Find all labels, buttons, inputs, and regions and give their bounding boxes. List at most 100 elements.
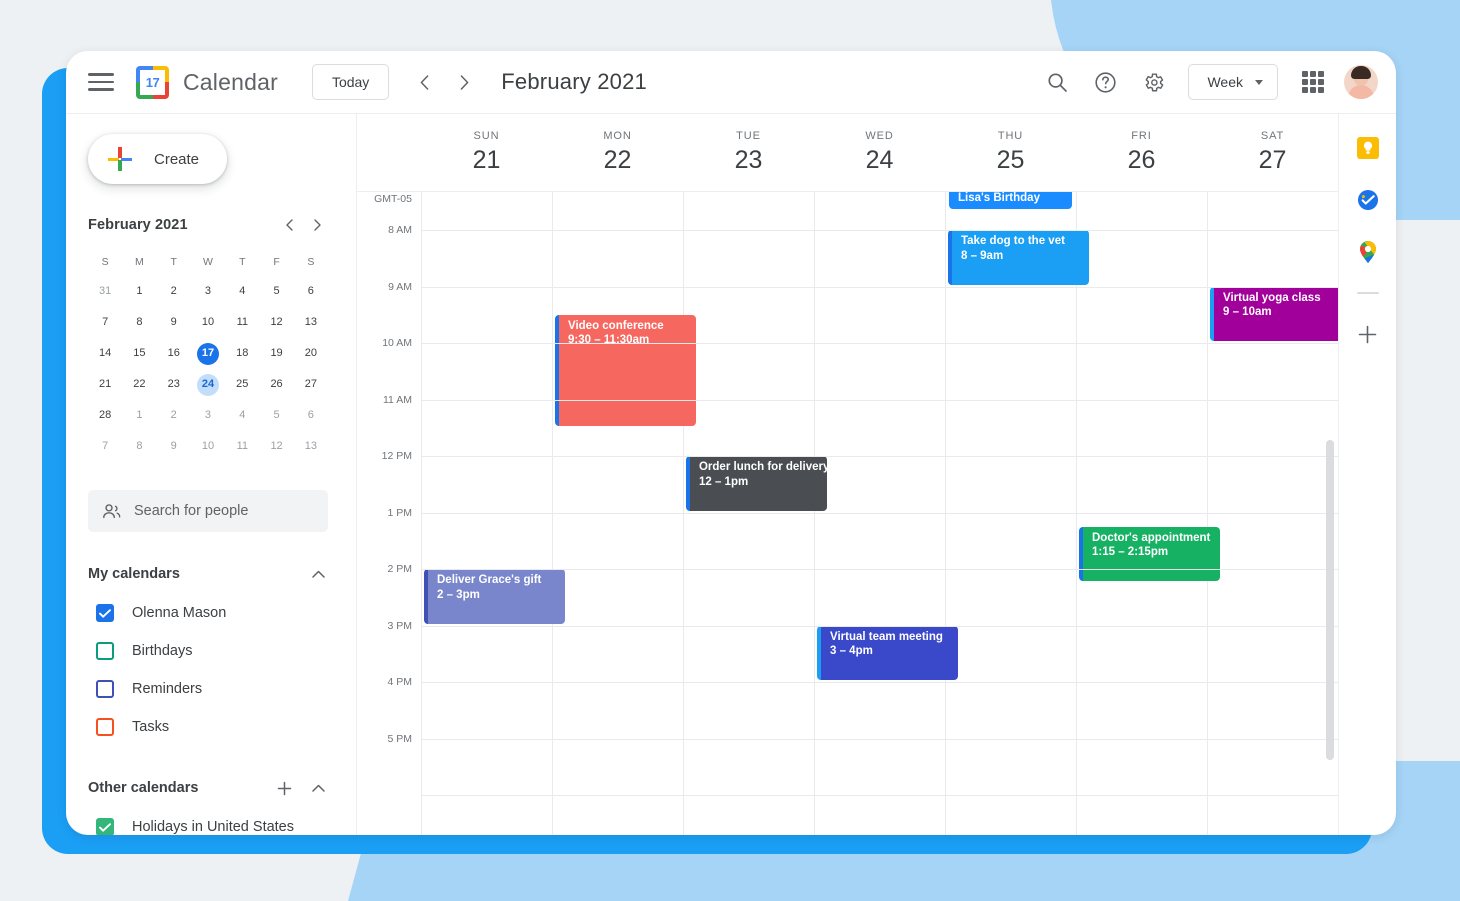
plus-icon[interactable] (1356, 322, 1380, 346)
chevron-up-icon[interactable] (308, 778, 328, 798)
day-column-thu[interactable] (945, 192, 1076, 835)
mini-calendar-day[interactable]: 28 (88, 402, 122, 429)
mini-calendar-day[interactable]: 21 (88, 371, 122, 398)
mini-calendar-day[interactable]: 13 (294, 433, 328, 460)
previous-week-icon[interactable] (409, 67, 439, 97)
checkbox-unchecked-icon[interactable] (96, 642, 114, 660)
vertical-scrollbar[interactable] (1326, 440, 1334, 760)
add-other-calendar-icon[interactable] (274, 778, 294, 798)
checkbox-unchecked-icon[interactable] (96, 680, 114, 698)
view-selector[interactable]: Week (1188, 64, 1278, 100)
mini-calendar-day-label: 26 (266, 374, 288, 396)
mini-calendar-day[interactable]: 14 (88, 340, 122, 367)
mini-calendar-day[interactable]: 1 (122, 278, 156, 305)
create-button[interactable]: Create (88, 134, 227, 184)
mini-calendar-day[interactable]: 9 (157, 309, 191, 336)
my-calendars-header[interactable]: My calendars (88, 564, 328, 584)
calendar-event[interactable]: Deliver Grace's gift2 – 3pm (424, 569, 565, 624)
mini-calendar-day[interactable]: 3 (191, 402, 225, 429)
mini-calendar-day[interactable]: 17 (191, 340, 225, 367)
mini-calendar-day[interactable]: 31 (88, 278, 122, 305)
day-column-sun[interactable] (421, 192, 552, 835)
mini-calendar-day[interactable]: 8 (122, 433, 156, 460)
mini-calendar-day[interactable]: 11 (225, 433, 259, 460)
day-header-thu[interactable]: THU25 (945, 114, 1076, 191)
search-icon[interactable] (1038, 63, 1076, 101)
mini-calendar-day[interactable]: 24 (191, 371, 225, 398)
mini-calendar-day[interactable]: 20 (294, 340, 328, 367)
mini-calendar-day[interactable]: 15 (122, 340, 156, 367)
day-header-tue[interactable]: TUE23 (683, 114, 814, 191)
mini-calendar-day[interactable]: 6 (294, 278, 328, 305)
day-column-mon[interactable] (552, 192, 683, 835)
day-column-wed[interactable] (814, 192, 945, 835)
mini-calendar-day[interactable]: 4 (225, 402, 259, 429)
help-icon[interactable] (1086, 63, 1124, 101)
today-button[interactable]: Today (312, 64, 389, 100)
mini-next-month-icon[interactable] (306, 214, 328, 236)
chevron-up-icon[interactable] (308, 564, 328, 584)
tasks-icon[interactable] (1356, 188, 1380, 212)
day-header-wed[interactable]: WED24 (814, 114, 945, 191)
all-day-event[interactable]: Lisa's Birthday (949, 192, 1072, 209)
calendar-event[interactable]: Virtual yoga class9 – 10am (1210, 287, 1338, 342)
day-header-sat[interactable]: SAT27 (1207, 114, 1338, 191)
my-calendar-item[interactable]: Tasks (88, 708, 328, 746)
keep-icon[interactable] (1356, 136, 1380, 160)
mini-calendar-day[interactable]: 25 (225, 371, 259, 398)
mini-calendar-day[interactable]: 12 (259, 309, 293, 336)
other-calendars-header[interactable]: Other calendars (88, 778, 328, 798)
mini-calendar-day[interactable]: 10 (191, 433, 225, 460)
mini-calendar-day[interactable]: 13 (294, 309, 328, 336)
my-calendar-item[interactable]: Olenna Mason (88, 594, 328, 632)
maps-icon[interactable] (1356, 240, 1380, 264)
checkbox-checked-icon[interactable] (96, 818, 114, 835)
other-calendar-item[interactable]: Holidays in United States (88, 808, 328, 835)
mini-calendar-day[interactable]: 4 (225, 278, 259, 305)
mini-calendar-day[interactable]: 8 (122, 309, 156, 336)
mini-calendar-day[interactable]: 18 (225, 340, 259, 367)
apps-grid-icon[interactable] (1296, 65, 1330, 99)
day-header-fri[interactable]: FRI26 (1076, 114, 1207, 191)
calendar-event[interactable]: Take dog to the vet8 – 9am (948, 230, 1089, 285)
mini-calendar-day[interactable]: 22 (122, 371, 156, 398)
mini-calendar-day[interactable]: 1 (122, 402, 156, 429)
mini-calendar-day[interactable]: 9 (157, 433, 191, 460)
calendar-event[interactable]: Virtual team meeting3 – 4pm (817, 626, 958, 681)
mini-calendar-day[interactable]: 5 (259, 402, 293, 429)
search-for-people-input[interactable]: Search for people (88, 490, 328, 532)
calendar-event[interactable]: Doctor's appointment1:15 – 2:15pm (1079, 527, 1220, 582)
calendar-event[interactable]: Video conference9:30 – 11:30am (555, 315, 696, 426)
gear-icon[interactable] (1134, 63, 1172, 101)
mini-calendar-day[interactable]: 5 (259, 278, 293, 305)
day-header-sun[interactable]: SUN21 (421, 114, 552, 191)
mini-calendar-day[interactable]: 11 (225, 309, 259, 336)
mini-calendar-grid[interactable]: SMTWTFS311234567891011121314151617181920… (88, 250, 328, 460)
mini-calendar-day[interactable]: 16 (157, 340, 191, 367)
mini-calendar-day[interactable]: 7 (88, 309, 122, 336)
mini-calendar-day[interactable]: 12 (259, 433, 293, 460)
calendar-scroll-area[interactable]: GMT-058 AM9 AM10 AM11 AM12 PM1 PM2 PM3 P… (357, 192, 1338, 835)
mini-calendar-day[interactable]: 19 (259, 340, 293, 367)
calendar-event[interactable]: Order lunch for delivery12 – 1pm (686, 456, 827, 511)
mini-prev-month-icon[interactable] (278, 214, 300, 236)
mini-calendar-day[interactable]: 27 (294, 371, 328, 398)
avatar[interactable] (1344, 65, 1378, 99)
mini-calendar-day[interactable]: 6 (294, 402, 328, 429)
mini-calendar-day[interactable]: 3 (191, 278, 225, 305)
mini-calendar-day[interactable]: 10 (191, 309, 225, 336)
checkbox-checked-icon[interactable] (96, 604, 114, 622)
mini-calendar-day[interactable]: 7 (88, 433, 122, 460)
mini-calendar-day[interactable]: 23 (157, 371, 191, 398)
day-header-mon[interactable]: MON22 (552, 114, 683, 191)
mini-calendar-day[interactable]: 26 (259, 371, 293, 398)
mini-calendar-day[interactable]: 2 (157, 278, 191, 305)
day-column-fri[interactable] (1076, 192, 1207, 835)
next-week-icon[interactable] (449, 67, 479, 97)
menu-icon[interactable] (88, 73, 114, 91)
my-calendar-item[interactable]: Birthdays (88, 632, 328, 670)
my-calendar-item[interactable]: Reminders (88, 670, 328, 708)
mini-calendar-day[interactable]: 2 (157, 402, 191, 429)
checkbox-unchecked-icon[interactable] (96, 718, 114, 736)
day-column-tue[interactable] (683, 192, 814, 835)
